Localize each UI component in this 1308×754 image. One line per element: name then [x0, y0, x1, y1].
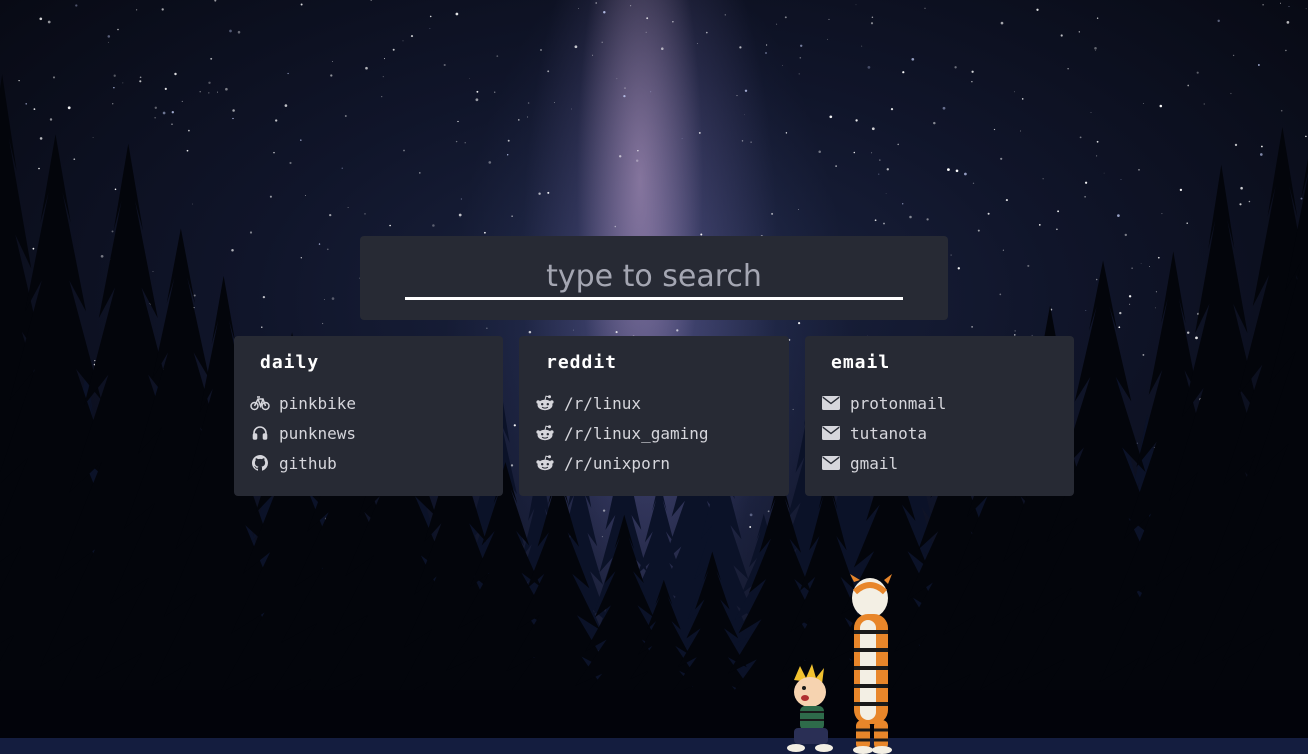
- link-list: /r/linux /r/linux_gaming /r/unixporn: [535, 388, 709, 478]
- link-list: pinkbike punknews github: [250, 388, 356, 478]
- link-label: /r/linux_gaming: [564, 423, 709, 443]
- link-label: pinkbike: [279, 393, 357, 413]
- envelope-icon: [821, 393, 841, 413]
- link-label: protonmail: [850, 393, 947, 413]
- link-r-unixporn[interactable]: /r/unixporn: [535, 448, 709, 478]
- link-label: gmail: [850, 453, 899, 473]
- link-r-linux-gaming[interactable]: /r/linux_gaming: [535, 418, 709, 448]
- headphones-icon: [250, 423, 270, 443]
- link-label: punknews: [279, 423, 357, 443]
- search-panel: [360, 236, 948, 320]
- bicycle-icon: [250, 393, 270, 413]
- link-protonmail[interactable]: protonmail: [821, 388, 946, 418]
- card-reddit: reddit /r/linux /r/linux_gaming /r/unixp…: [519, 336, 789, 496]
- link-label: /r/linux: [564, 393, 642, 413]
- link-gmail[interactable]: gmail: [821, 448, 946, 478]
- link-pinkbike[interactable]: pinkbike: [250, 388, 356, 418]
- card-title: reddit: [546, 352, 618, 373]
- card-title: email: [831, 352, 891, 373]
- link-github[interactable]: github: [250, 448, 356, 478]
- link-label: /r/unixporn: [564, 453, 670, 473]
- card-email: email protonmail tutanota gmail: [805, 336, 1074, 496]
- card-title: daily: [260, 352, 320, 373]
- reddit-icon: [535, 423, 555, 443]
- link-label: tutanota: [850, 423, 928, 443]
- search-input[interactable]: [405, 256, 903, 300]
- link-label: github: [279, 453, 337, 473]
- card-daily: daily pinkbike punknews github: [234, 336, 503, 496]
- calvin-and-hobbes-illustration: [787, 574, 892, 754]
- link-r-linux[interactable]: /r/linux: [535, 388, 709, 418]
- calvin-figure: [787, 664, 833, 752]
- reddit-icon: [535, 453, 555, 473]
- envelope-icon: [821, 423, 841, 443]
- hobbes-figure: [850, 574, 892, 754]
- github-icon: [250, 453, 270, 473]
- reddit-icon: [535, 393, 555, 413]
- link-punknews[interactable]: punknews: [250, 418, 356, 448]
- link-tutanota[interactable]: tutanota: [821, 418, 946, 448]
- envelope-icon: [821, 453, 841, 473]
- link-list: protonmail tutanota gmail: [821, 388, 946, 478]
